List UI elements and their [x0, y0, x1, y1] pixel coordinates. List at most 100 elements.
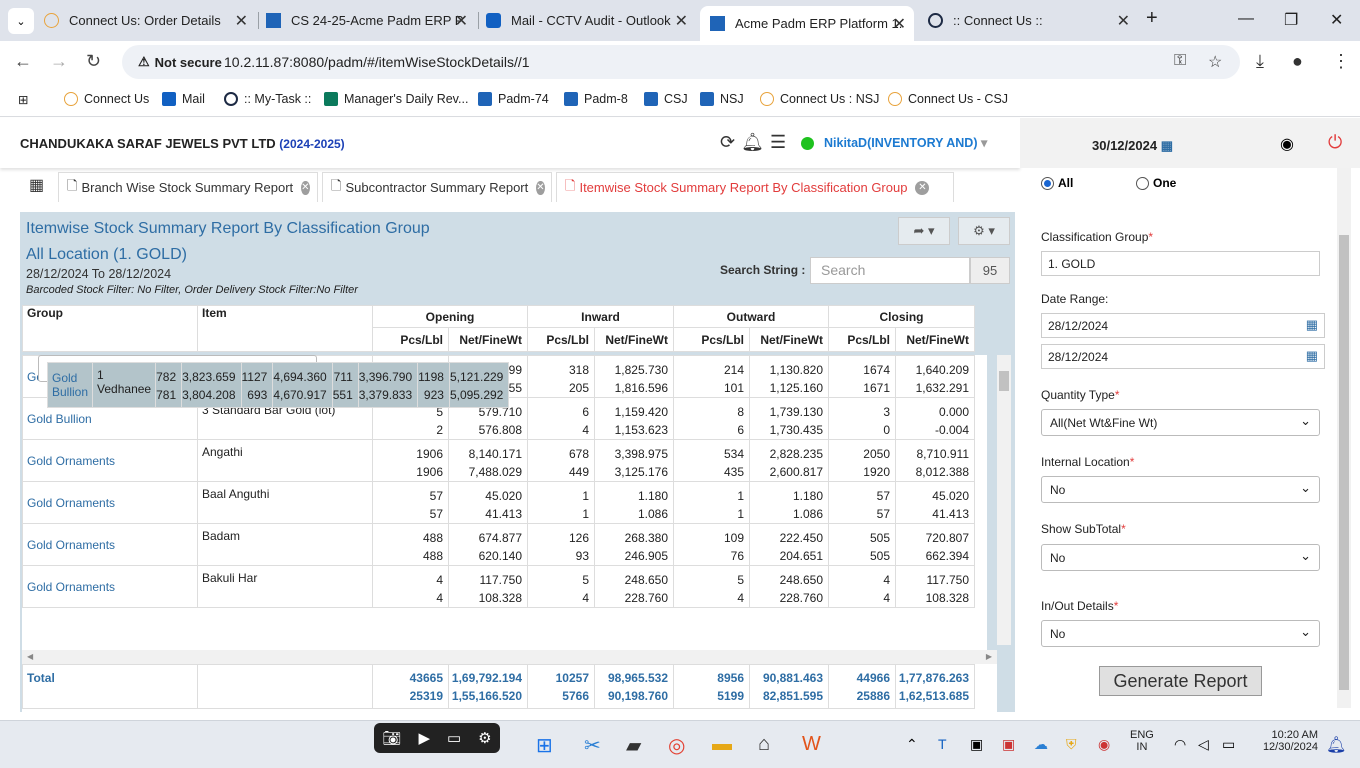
browser-tab-cs-erp[interactable]: CS 24-25-Acme Padm ERP P ✕	[266, 6, 476, 35]
close-tab-icon[interactable]: ✕	[915, 180, 930, 195]
table-row[interactable]: Gold Ornaments Baal Anguthi 57 57 45.020 41.4…	[22, 481, 975, 524]
bookmark-mail[interactable]: Mail	[162, 92, 205, 106]
classification-input[interactable]: 1. GOLD	[1041, 251, 1320, 276]
browser-tab-connect-us-order[interactable]: Connect Us: Order Details ✕	[44, 6, 256, 35]
settings-button[interactable]: ⚙ ▾	[958, 217, 1010, 245]
tab-itemwise-stock-summary[interactable]: 🗋 Itemwise Stock Summary Report By Class…	[556, 172, 954, 202]
new-tab-icon[interactable]: +	[1146, 7, 1158, 30]
download-icon[interactable]: ⤓	[1256, 51, 1264, 72]
bookmark-connect-us-nsj[interactable]: Connect Us : NSJ	[760, 92, 879, 106]
eye-slash-icon[interactable]: ◉	[1280, 134, 1294, 154]
password-key-icon[interactable]: ⚿	[1174, 52, 1186, 70]
power-icon[interactable]: ⏻	[1328, 132, 1342, 153]
browser-tab-outlook[interactable]: Mail - CCTV Audit - Outlook ✕	[486, 6, 696, 35]
tray-app-icon[interactable]: ▣	[970, 736, 983, 753]
horizontal-scrollbar[interactable]: ◀ ▶	[22, 650, 997, 664]
record-icon[interactable]: ◉	[1098, 736, 1110, 753]
restore-icon[interactable]: ❐	[1284, 10, 1298, 30]
group-link[interactable]: Gold Ornaments	[22, 439, 198, 482]
browser-tab-active-erp[interactable]: Acme Padm ERP Platform 1. ✕	[700, 6, 914, 41]
group-link[interactable]: Gold Ornaments	[22, 481, 198, 524]
chrome-icon[interactable]: ◎	[668, 733, 685, 758]
bookmark-managers-daily[interactable]: Manager's Daily Rev...	[324, 92, 468, 106]
language-indicator[interactable]: ENG IN	[1130, 729, 1154, 753]
scroll-right-icon[interactable]: ▶	[986, 652, 992, 661]
close-icon[interactable]: ✕	[235, 11, 248, 31]
teams-icon[interactable]: T	[938, 736, 947, 752]
scroll-thumb[interactable]	[999, 371, 1009, 391]
bookmark-padm-74[interactable]: Padm-74	[478, 92, 549, 106]
battery-icon[interactable]: ▭	[1222, 736, 1235, 753]
group-link[interactable]: Gold Bullion	[46, 362, 94, 408]
calendar-icon[interactable]: ▦	[1306, 317, 1318, 333]
search-input[interactable]: Search	[810, 257, 970, 284]
wifi-icon[interactable]: ◠	[1174, 736, 1186, 753]
radio-all[interactable]: All	[1041, 176, 1073, 190]
report-table-body[interactable]: Gold Bullion 1 Vedhanee 782 781 3,823.659 3,8…	[22, 355, 987, 650]
close-icon[interactable]: ✕	[675, 11, 688, 31]
bookmark-padm-8[interactable]: Padm-8	[564, 92, 628, 106]
file-explorer-icon[interactable]: ▬	[712, 733, 732, 756]
table-row[interactable]: Gold Ornaments Badam 488 488 674.877 620.140 1…	[22, 523, 975, 566]
bookmark-star-icon[interactable]: ☆	[1208, 52, 1222, 72]
table-row[interactable]: Gold Ornaments Angathi 1906 1906 8,140.171 7,…	[22, 439, 975, 482]
settings-gear-icon[interactable]: ⚙	[478, 729, 491, 747]
tab-subcontractor-summary[interactable]: 🗋 Subcontractor Summary Report ✕	[322, 172, 552, 202]
table-row[interactable]: Gold Ornaments Bakuli Har 4 4 117.750 108.328…	[22, 565, 975, 608]
share-button[interactable]: ➦ ▾	[898, 217, 950, 245]
shield-icon[interactable]: ⛨	[1066, 736, 1077, 753]
inout-details-select[interactable]: No ⌄	[1041, 620, 1320, 647]
panel-scrollbar[interactable]	[1337, 168, 1351, 708]
omnibox[interactable]: ⚠ Not secure 10.2.11.87:8080/padm/#/item…	[122, 45, 1240, 79]
camera-icon[interactable]: 📷︎	[382, 729, 401, 747]
table-row[interactable]: Gold Bullion 1 Vedhanee 782 781 3,823.659 3,8…	[38, 355, 510, 408]
forward-arrow-icon[interactable]: →	[50, 51, 68, 72]
show-subtotal-select[interactable]: No ⌄	[1041, 544, 1320, 571]
remote-desktop-icon[interactable]: ⌂	[758, 733, 770, 756]
chevron-up-icon[interactable]: ⌃	[906, 736, 918, 753]
user-menu[interactable]: NikitaD(INVENTORY AND) ▾	[824, 135, 987, 150]
close-icon[interactable]: ✕	[1117, 11, 1130, 31]
tab-branch-wise-stock[interactable]: 🗋 Branch Wise Stock Summary Report ✕	[58, 172, 318, 202]
bookmark-connect-us[interactable]: Connect Us	[64, 92, 149, 106]
bookmark-csj[interactable]: CSJ	[644, 92, 688, 106]
sync-icon[interactable]: ⟳	[720, 132, 735, 153]
back-arrow-icon[interactable]: ←	[14, 51, 32, 72]
radio-one[interactable]: One	[1136, 176, 1176, 190]
url-text[interactable]: 10.2.11.87:8080/padm/#/itemWiseStockDeta…	[224, 54, 530, 70]
bookmark-connect-us-csj[interactable]: Connect Us - CSJ	[888, 92, 1008, 106]
close-icon[interactable]: ✕	[893, 14, 906, 34]
video-icon[interactable]: ▶	[418, 729, 430, 747]
snipping-tool-icon[interactable]: ✂	[584, 733, 601, 758]
reload-icon[interactable]: ↻	[86, 51, 101, 72]
apps-grid-icon[interactable]: ⊞	[18, 92, 28, 107]
group-link[interactable]: Gold Ornaments	[22, 565, 198, 608]
wps-office-icon[interactable]: W	[802, 733, 821, 756]
browser-tab-connect-us[interactable]: :: Connect Us :: ✕	[928, 6, 1138, 35]
grid-menu-icon[interactable]: ▦	[29, 175, 44, 195]
current-date[interactable]: 30/12/2024 ▦	[1092, 138, 1173, 154]
clock[interactable]: 10:20 AM 12/30/2024	[1262, 729, 1318, 753]
close-tab-icon[interactable]: ✕	[536, 180, 545, 195]
window-icon[interactable]: ▭	[447, 729, 461, 747]
quantity-type-select[interactable]: All(Net Wt&Fine Wt) ⌄	[1041, 409, 1320, 436]
date-to-input[interactable]: 28/12/2024 ▦	[1041, 344, 1325, 369]
internal-location-select[interactable]: No ⌄	[1041, 476, 1320, 503]
menu-list-icon[interactable]: ☰	[770, 132, 786, 153]
vertical-scrollbar[interactable]	[997, 355, 1011, 645]
generate-report-button[interactable]: Generate Report	[1099, 666, 1262, 696]
profile-avatar-icon[interactable]: ●	[1292, 51, 1303, 72]
bookmark-nsj[interactable]: NSJ	[700, 92, 744, 106]
window-close-icon[interactable]: ✕	[1330, 10, 1343, 30]
tab-search-button[interactable]: ⌄	[8, 8, 34, 34]
kebab-menu-icon[interactable]: ⋮	[1332, 51, 1350, 72]
bell-icon[interactable]: 🔔︎	[741, 132, 764, 153]
notification-bell-icon[interactable]: 🔔︎	[1326, 735, 1346, 755]
windows-start-icon[interactable]: ⊞	[536, 733, 553, 758]
snipping-toolbar[interactable]: 📷︎ ▶ ▭ ⚙	[374, 723, 500, 753]
sticky-notes-icon[interactable]: ▰	[626, 733, 641, 758]
tray-app-icon[interactable]: ▣	[1002, 736, 1015, 753]
scroll-left-icon[interactable]: ◀	[27, 652, 33, 661]
calendar-icon[interactable]: ▦	[1306, 348, 1318, 364]
tray-app-icon[interactable]: ☁	[1034, 736, 1048, 753]
